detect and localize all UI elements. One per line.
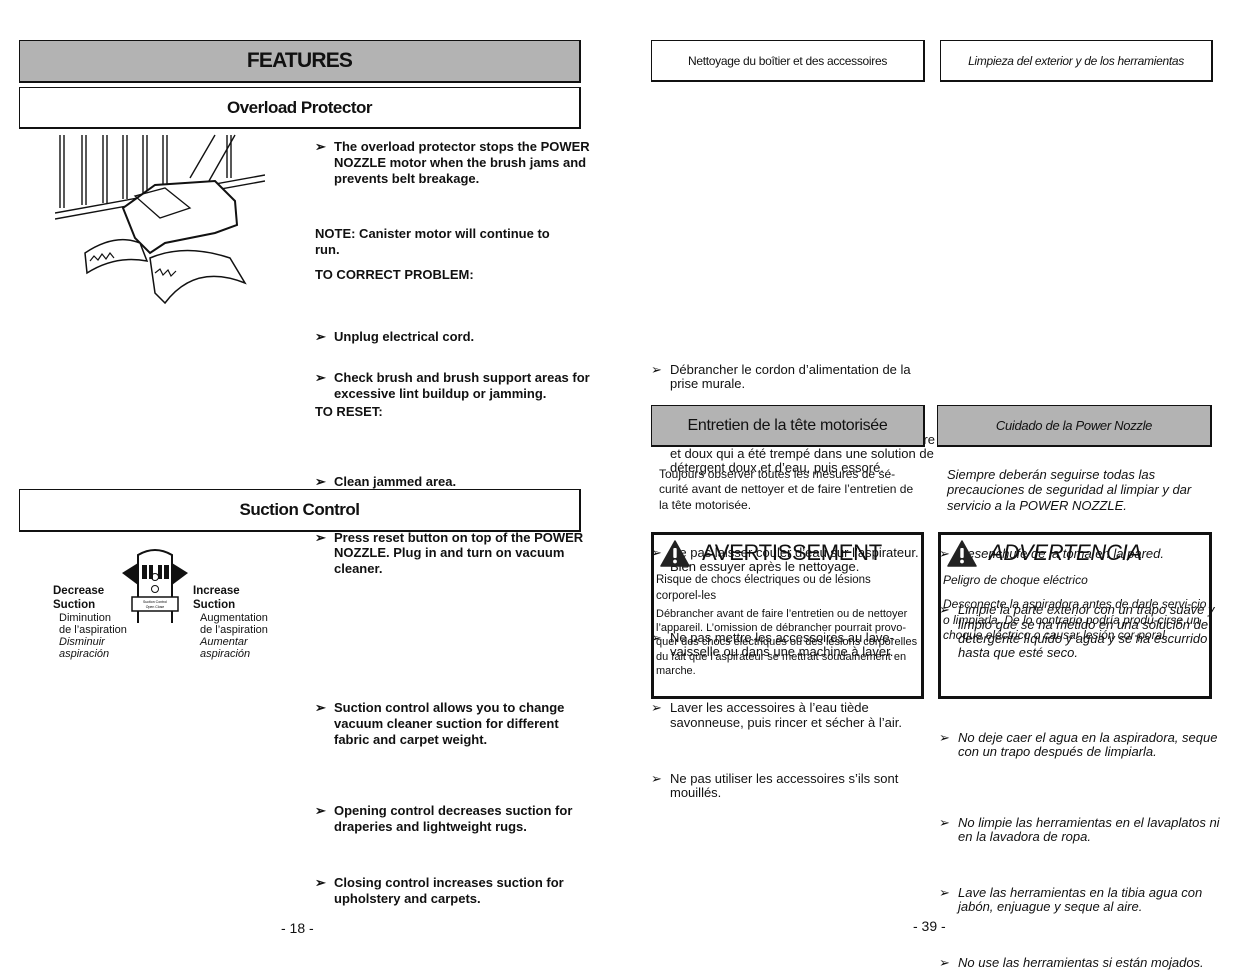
fr-cleaning-bullet: ➢ Ne pas utiliser les accessoires s’ils s… — [651, 770, 942, 800]
suction-control-header: Suction Control — [19, 489, 581, 532]
bullet-arrow-icon: ➢ — [315, 329, 326, 345]
increase-fr-2: de l’aspiration — [200, 624, 268, 636]
bullet-arrow-icon: ➢ — [315, 699, 326, 715]
bullet-text: Check brush and brush support areas for … — [334, 370, 590, 401]
bullet-arrow-icon: ➢ — [315, 473, 326, 489]
bullet-arrow-icon: ➢ — [315, 803, 326, 819]
svg-text:Open Close: Open Close — [146, 605, 165, 609]
svg-text:Suction Control: Suction Control — [143, 600, 167, 604]
page-number-right: - 39 - — [913, 918, 946, 934]
decrease-suction-label: Decrease Suction Diminution de l’aspirat… — [53, 584, 127, 660]
suction-bullet: ➢ Suction control allows you to change v… — [315, 700, 596, 747]
bullet-arrow-icon: ➢ — [939, 885, 950, 901]
es-cleaning-bullet: ➢ No deje caer el agua en la aspiradora, … — [939, 730, 1230, 760]
bullet-arrow-icon: ➢ — [315, 370, 326, 386]
features-header: FEATURES — [19, 40, 581, 83]
bullet-text: Closing control increases suction for up… — [334, 874, 564, 906]
es-warning-line2: Desconecte la aspiradora antes de darle … — [943, 597, 1207, 643]
bullet-text: Laver les accessoires à l’eau tiède savo… — [670, 700, 902, 730]
correct-problem-heading: TO CORRECT PROBLEM: — [315, 267, 474, 282]
increase-en-2: Suction — [193, 599, 236, 611]
correct-step: ➢ Check brush and brush support areas fo… — [315, 370, 594, 402]
warning-triangle-icon — [947, 539, 977, 567]
fr-cleaning-title: Nettoyage du boîtier et des accessoires — [687, 53, 888, 68]
es-cleaning-bullet: ➢ Lave las herramientas en la tibia agua … — [939, 885, 1230, 915]
es-nozzle-title: Cuidado de la Power Nozzle — [995, 418, 1153, 433]
overload-protector-title: Overload Protector — [227, 97, 373, 117]
power-nozzle-illustration — [55, 134, 265, 305]
increase-en-1: Increase — [193, 585, 240, 597]
fr-warning-title: AVERTISSEMENT — [702, 540, 882, 565]
bullet-text: Lave las herramientas en la tibia agua c… — [958, 885, 1203, 915]
bullet-arrow-icon: ➢ — [651, 361, 662, 377]
es-cleaning-bullet: ➢ No use las herramientas si están mojado… — [939, 956, 1230, 970]
decrease-es-1: Disminuir — [59, 636, 105, 648]
reset-step: ➢ Press reset button on top of the POWER… — [315, 530, 584, 577]
decrease-en-1: Decrease — [53, 585, 105, 597]
decrease-fr-1: Diminution — [59, 612, 111, 624]
decrease-es-2: aspiración — [59, 648, 110, 660]
suction-control-title: Suction Control — [239, 500, 360, 519]
es-nozzle-text: Siempre deberán seguirse todas las preca… — [947, 467, 1192, 513]
overload-intro-bullet: ➢ The overload protector stops the POWER… — [315, 139, 594, 186]
increase-fr-1: Augmentation — [200, 612, 268, 624]
fr-nozzle-header: Entretien de la tête motorisée — [651, 405, 925, 447]
bullet-text: Ne pas utiliser les accessoires s’ils so… — [670, 770, 899, 800]
bullet-arrow-icon: ➢ — [651, 770, 662, 786]
correct-step: ➢ Clean jammed area. — [315, 474, 594, 490]
bullet-text: No use las herramientas si están mojados… — [958, 955, 1204, 971]
increase-suction-label: Increase Suction Augmentation de l’aspir… — [193, 584, 268, 660]
bullet-text: No limpie las herramientas en el lavapla… — [958, 814, 1220, 844]
bullet-text: The overload protector stops the POWER N… — [334, 139, 590, 186]
features-title: FEATURES — [246, 49, 353, 72]
bullet-arrow-icon: ➢ — [939, 955, 950, 971]
suction-control-illustration: Suction Control Open Close — [122, 549, 188, 623]
decrease-en-2: Suction — [53, 599, 96, 611]
bullet-text: Clean jammed area. — [334, 473, 457, 489]
page-number-left: - 18 - — [281, 920, 314, 936]
es-cleaning-bullet: ➢ No limpie las herramientas en el lavapl… — [939, 814, 1230, 844]
es-warning-header: ADVERTENCIA — [941, 535, 1209, 571]
es-cleaning-title: Limpieza del exterior y de los herramien… — [968, 53, 1184, 68]
bullet-text: No deje caer el agua en la aspiradora, s… — [958, 730, 1218, 760]
bullet-text: Débrancher le cordon d’alimentation de l… — [670, 361, 911, 391]
bullet-text: Opening control decreases suction for dr… — [334, 803, 573, 835]
fr-nozzle-title: Entretien de la tête motorisée — [687, 416, 888, 434]
correct-step: ➢ Unplug electrical cord. — [315, 329, 594, 345]
bullet-arrow-icon: ➢ — [315, 139, 326, 154]
fr-warning-header: AVERTISSEMENT — [654, 535, 921, 571]
fr-cleaning-bullet: ➢ Débrancher le cordon d’alimentation de … — [651, 361, 942, 391]
reset-heading: TO RESET: — [315, 404, 383, 419]
suction-bullet: ➢ Opening control decreases suction for … — [315, 803, 596, 835]
overload-protector-header: Overload Protector — [19, 87, 581, 129]
fr-cleaning-bullet: ➢ Laver les accessoires à l’eau tiède sav… — [651, 700, 942, 730]
bullet-arrow-icon: ➢ — [939, 730, 950, 746]
es-warning-title: ADVERTENCIA — [989, 540, 1142, 565]
fr-warning-box: AVERTISSEMENT Risque de chocs électrique… — [651, 532, 924, 699]
fr-nozzle-text: Toujours observer toutes les mesures de … — [659, 467, 914, 512]
warning-triangle-icon — [660, 539, 690, 567]
es-warning-line1: Peligro de choque eléctrico — [943, 573, 1088, 587]
es-cleaning-header: Limpieza del exterior y de los herramien… — [940, 40, 1213, 82]
fr-cleaning-header: Nettoyage du boîtier et des accessoires — [651, 40, 925, 82]
increase-es-1: Aumentar — [200, 636, 248, 648]
bullet-arrow-icon: ➢ — [939, 814, 950, 830]
increase-es-2: aspiración — [200, 648, 251, 660]
bullet-arrow-icon: ➢ — [315, 874, 326, 890]
bullet-text: Unplug electrical cord. — [334, 329, 475, 345]
es-warning-box: ADVERTENCIA Peligro de choque eléctrico … — [938, 532, 1212, 699]
bullet-text: Suction control allows you to change vac… — [334, 699, 565, 747]
suction-bullet: ➢ Closing control increases suction for … — [315, 875, 596, 907]
bullet-arrow-icon: ➢ — [651, 700, 662, 716]
overload-note: NOTE: Canister motor will continue to ru… — [315, 226, 550, 257]
fr-warning-line2: Débrancher avant de faire l’entretien ou… — [656, 608, 918, 677]
es-nozzle-header: Cuidado de la Power Nozzle — [937, 405, 1212, 447]
fr-warning-line1: Risque de chocs électriques ou de lésion… — [656, 574, 871, 602]
decrease-fr-2: de l’aspiration — [59, 624, 127, 636]
bullet-text: Press reset button on top of the POWER N… — [334, 529, 584, 577]
